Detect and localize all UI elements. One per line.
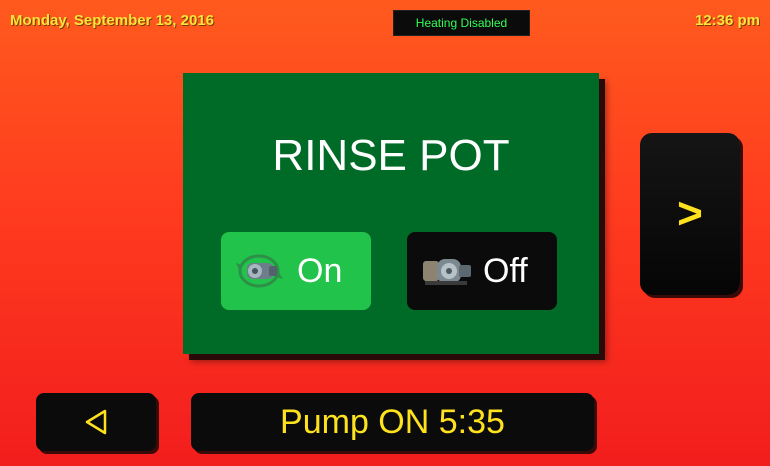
next-button-label: > <box>677 189 703 238</box>
pump-running-icon <box>236 254 283 288</box>
top-bar: Monday, September 13, 2016 Heating Disab… <box>0 0 770 36</box>
rinse-pot-panel: RINSE POT On Off <box>183 73 599 354</box>
next-button[interactable]: > <box>640 133 740 295</box>
off-button-label: Off <box>483 251 528 290</box>
heating-status-badge: Heating Disabled <box>393 10 530 36</box>
panel-title: RINSE POT <box>272 131 510 180</box>
heating-status-text: Heating Disabled <box>415 16 508 30</box>
on-button[interactable]: On <box>221 232 371 310</box>
pump-status-text: Pump ON 5:35 <box>280 402 505 441</box>
back-button[interactable] <box>36 393 156 451</box>
pump-status-bar: Pump ON 5:35 <box>191 393 594 451</box>
date-display: Monday, September 13, 2016 <box>10 12 214 29</box>
on-button-label: On <box>297 251 343 290</box>
pump-icon <box>423 259 471 285</box>
triangle-left-icon <box>85 409 107 435</box>
time-display: 12:36 pm <box>694 12 760 29</box>
off-button[interactable]: Off <box>407 232 557 310</box>
